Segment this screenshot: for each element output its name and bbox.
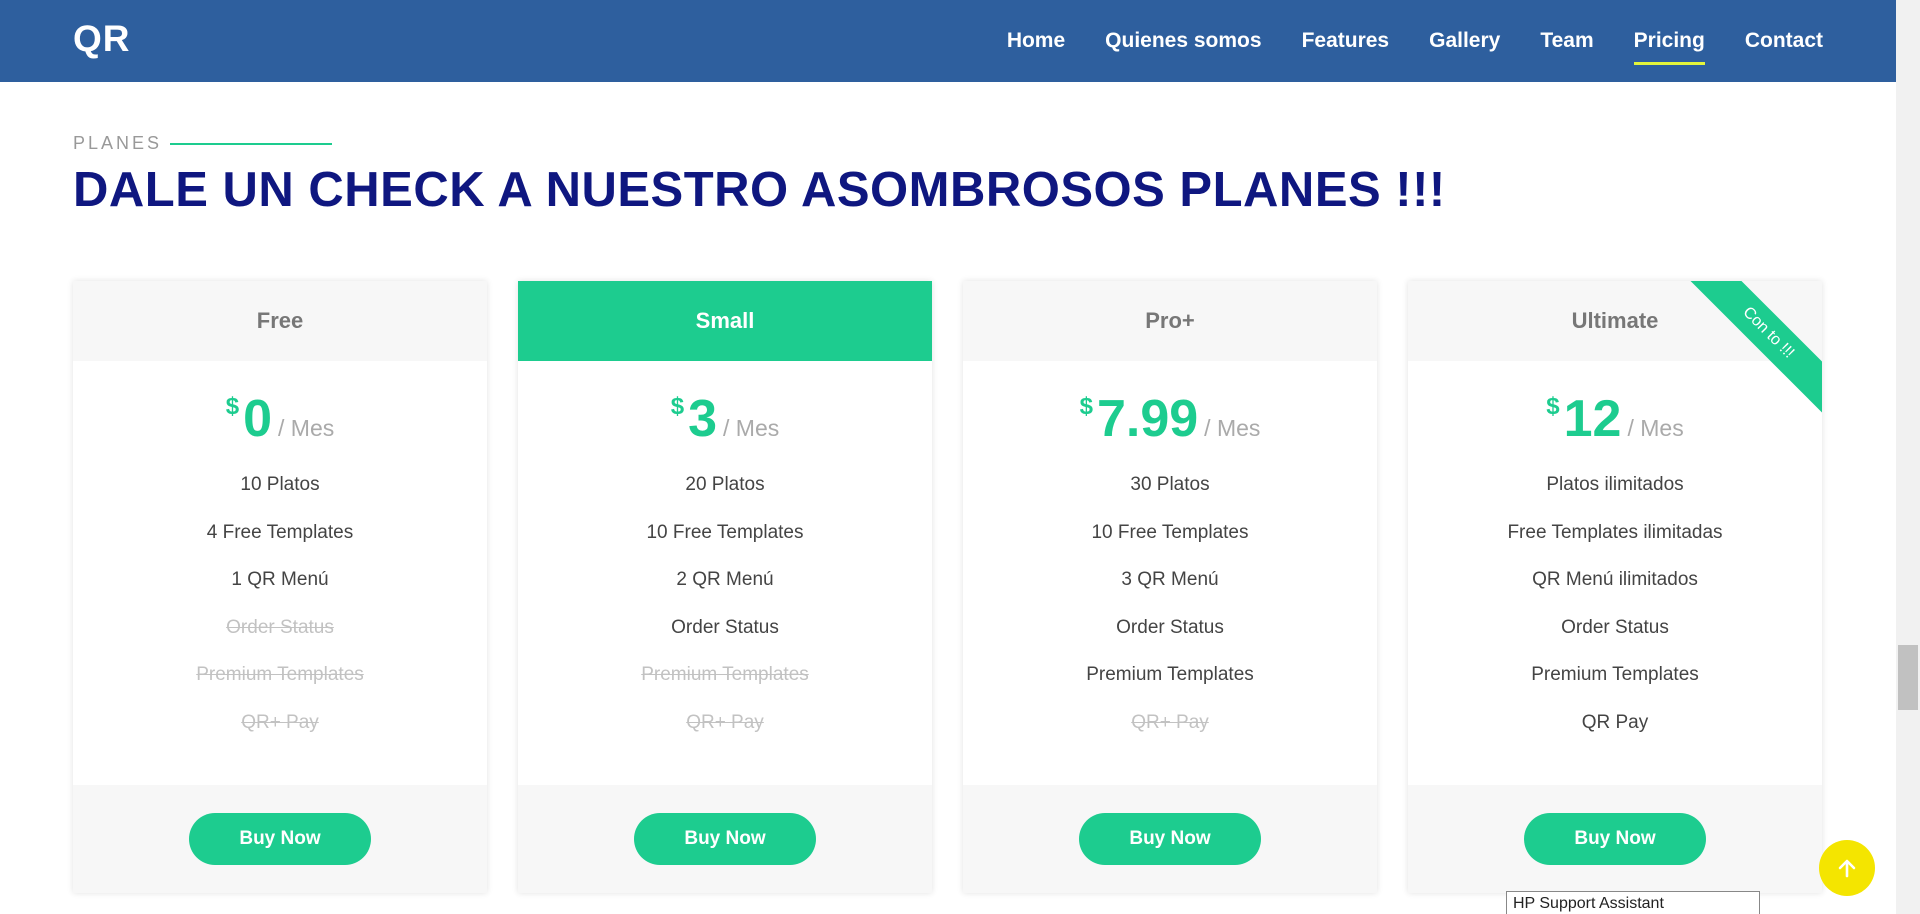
- feature-item: 4 Free Templates: [206, 521, 354, 543]
- tooltip: HP Support Assistant: [1506, 891, 1760, 914]
- feature-item: QR Pay: [1581, 711, 1649, 733]
- currency-symbol: $: [670, 393, 685, 420]
- arrow-up-icon: [1838, 859, 1856, 878]
- section-title: DALE UN CHECK A NUESTRO ASOMBROSOS PLANE…: [73, 163, 1446, 217]
- plan-name: Pro+: [963, 281, 1377, 361]
- feature-item: Free Templates ilimitadas: [1507, 521, 1723, 543]
- plan-name: Small: [518, 281, 932, 361]
- site-header: QR Home Quienes somos Features Gallery T…: [0, 0, 1896, 82]
- feature-item: Premium Templates: [1531, 664, 1699, 685]
- feature-list: 20 Platos 10 Free Templates 2 QR Menú Or…: [518, 461, 932, 746]
- feature-item: 1 QR Menú: [231, 569, 329, 590]
- nav-home[interactable]: Home: [1007, 29, 1065, 53]
- feature-item-disabled: QR+ Pay: [686, 711, 764, 733]
- buy-now-button-ultimate[interactable]: Buy Now: [1524, 813, 1706, 865]
- feature-list: Platos ilimitados Free Templates ilimita…: [1408, 461, 1822, 746]
- currency-symbol: $: [1079, 393, 1093, 420]
- scrollbar-thumb[interactable]: [1898, 645, 1918, 710]
- plan-price: $3/ Mes: [518, 389, 932, 449]
- currency-symbol: $: [225, 393, 240, 420]
- feature-item-disabled: Order Status: [226, 616, 334, 638]
- buy-now-button-free[interactable]: Buy Now: [189, 813, 371, 865]
- card-footer: Buy Now: [1408, 785, 1822, 893]
- nav-features[interactable]: Features: [1302, 29, 1390, 53]
- feature-item: 2 QR Menú: [676, 569, 774, 590]
- section-divider: [170, 143, 332, 145]
- feature-item: 20 Platos: [685, 474, 765, 495]
- feature-list: 10 Platos 4 Free Templates 1 QR Menú Ord…: [73, 461, 487, 746]
- buy-now-button-pro-plus[interactable]: Buy Now: [1079, 813, 1261, 865]
- currency-symbol: $: [1546, 393, 1560, 420]
- buy-now-button-small[interactable]: Buy Now: [634, 813, 816, 865]
- price-amount: 12: [1563, 390, 1622, 448]
- nav-pricing[interactable]: Pricing: [1633, 29, 1706, 65]
- price-amount: 7.99: [1096, 390, 1199, 448]
- back-to-top-button[interactable]: [1819, 840, 1875, 896]
- nav-quienes-somos[interactable]: Quienes somos: [1105, 29, 1261, 53]
- price-period: / Mes: [1204, 415, 1261, 441]
- feature-item: Order Status: [1561, 616, 1669, 638]
- feature-item: 10 Free Templates: [646, 521, 804, 543]
- page-scrollbar[interactable]: [1896, 0, 1920, 914]
- feature-item-disabled: QR+ Pay: [1131, 711, 1209, 733]
- nav-team[interactable]: Team: [1540, 29, 1593, 53]
- price-amount: 0: [243, 390, 273, 448]
- card-footer: Buy Now: [518, 785, 932, 893]
- nav-gallery[interactable]: Gallery: [1429, 29, 1500, 53]
- plan-card-small: Small $3/ Mes 20 Platos 10 Free Template…: [518, 281, 932, 893]
- feature-item-disabled: Premium Templates: [196, 664, 364, 685]
- feature-item-disabled: QR+ Pay: [241, 711, 319, 733]
- feature-item: Order Status: [671, 616, 779, 638]
- plan-price: $0/ Mes: [73, 389, 487, 449]
- price-period: / Mes: [723, 415, 780, 441]
- card-footer: Buy Now: [963, 785, 1377, 893]
- main-nav: Home Quienes somos Features Gallery Team…: [1007, 0, 1823, 82]
- plan-card-pro-plus: Pro+ $7.99/ Mes 30 Platos 10 Free Templa…: [963, 281, 1377, 893]
- plan-price: $12/ Mes: [1408, 389, 1822, 449]
- feature-item: 10 Platos: [240, 474, 320, 495]
- feature-item: QR Menú ilimitados: [1532, 569, 1698, 590]
- feature-item: 3 QR Menú: [1121, 569, 1219, 590]
- price-period: / Mes: [278, 415, 335, 441]
- section-label: PLANES: [73, 133, 163, 153]
- feature-item-disabled: Premium Templates: [641, 664, 809, 685]
- feature-list: 30 Platos 10 Free Templates 3 QR Menú Or…: [963, 461, 1377, 746]
- card-footer: Buy Now: [73, 785, 487, 893]
- feature-item: 10 Free Templates: [1091, 521, 1249, 543]
- logo[interactable]: QR: [73, 18, 131, 60]
- price-amount: 3: [688, 390, 718, 448]
- plan-card-free: Free $0/ Mes 10 Platos 4 Free Templates …: [73, 281, 487, 893]
- plan-card-ultimate: Con to !!! Ultimate $12/ Mes Platos ilim…: [1408, 281, 1822, 893]
- price-period: / Mes: [1627, 415, 1684, 441]
- plan-price: $7.99/ Mes: [963, 389, 1377, 449]
- plan-name: Free: [73, 281, 487, 361]
- feature-item: 30 Platos: [1130, 474, 1210, 495]
- feature-item: Order Status: [1116, 616, 1224, 638]
- feature-item: Premium Templates: [1086, 664, 1254, 685]
- nav-contact[interactable]: Contact: [1745, 29, 1823, 53]
- feature-item: Platos ilimitados: [1546, 474, 1684, 495]
